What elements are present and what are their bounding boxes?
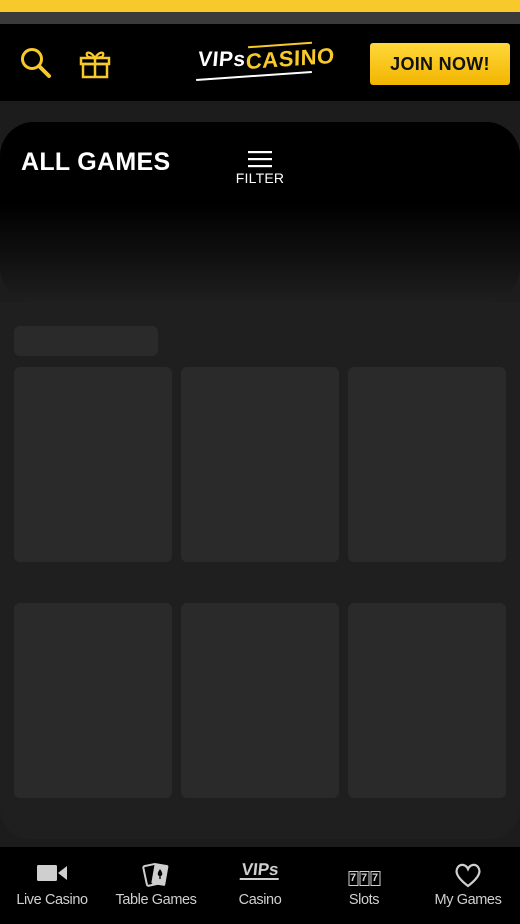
nav-label-live-casino: Live Casino bbox=[16, 892, 88, 908]
site-header: VIPs CASINO JOIN NOW! bbox=[0, 24, 520, 101]
join-now-button[interactable]: JOIN NOW! bbox=[370, 43, 510, 85]
all-games-hero: ALL GAMES FILTER bbox=[0, 122, 520, 302]
gift-icon[interactable] bbox=[78, 46, 112, 80]
game-tile-placeholder bbox=[14, 367, 172, 562]
nav-my-games[interactable]: My Games bbox=[416, 847, 520, 924]
top-divider bbox=[0, 12, 520, 24]
nav-slots[interactable]: 777 Slots bbox=[312, 847, 416, 924]
playing-cards-icon bbox=[141, 861, 171, 894]
filter-button[interactable]: FILTER bbox=[234, 148, 286, 188]
nav-label-slots: Slots bbox=[348, 892, 380, 908]
heart-icon bbox=[453, 862, 483, 893]
game-tile-placeholder bbox=[181, 367, 339, 562]
nav-table-games[interactable]: Table Games bbox=[104, 847, 208, 924]
games-grid-loading bbox=[0, 302, 520, 839]
category-title-placeholder bbox=[14, 326, 158, 356]
bottom-navigation: Live Casino Table Games VIPs Casino 777 … bbox=[0, 847, 520, 924]
nav-casino[interactable]: VIPs Casino bbox=[208, 847, 312, 924]
filter-label: FILTER bbox=[235, 170, 285, 186]
logo-casino-text: CASINO bbox=[245, 42, 335, 75]
nav-label-my-games: My Games bbox=[434, 892, 502, 908]
game-tile-placeholder bbox=[181, 603, 339, 798]
nav-label-table-games: Table Games bbox=[115, 892, 197, 908]
game-tile-placeholder bbox=[348, 367, 506, 562]
game-tile-placeholder bbox=[14, 603, 172, 798]
game-tile-placeholder bbox=[348, 603, 506, 798]
slot-reel: 7 bbox=[348, 871, 358, 886]
top-accent-strip bbox=[0, 0, 520, 12]
vips-logo-icon: VIPs bbox=[239, 860, 281, 880]
vips-casino-logo[interactable]: VIPs CASINO bbox=[196, 40, 335, 86]
slots-777-icon: 777 bbox=[348, 868, 381, 886]
nav-live-casino[interactable]: Live Casino bbox=[0, 847, 104, 924]
hamburger-menu-icon bbox=[248, 151, 272, 168]
slot-reel: 7 bbox=[370, 871, 380, 886]
logo-vips-text: VIPs bbox=[197, 48, 247, 71]
page-title: ALL GAMES bbox=[21, 148, 171, 176]
vips-logo-text: VIPs bbox=[239, 860, 281, 880]
nav-label-casino: Casino bbox=[238, 892, 282, 908]
video-camera-icon bbox=[36, 863, 68, 888]
search-icon[interactable] bbox=[19, 46, 53, 80]
slot-reel: 7 bbox=[359, 871, 369, 886]
